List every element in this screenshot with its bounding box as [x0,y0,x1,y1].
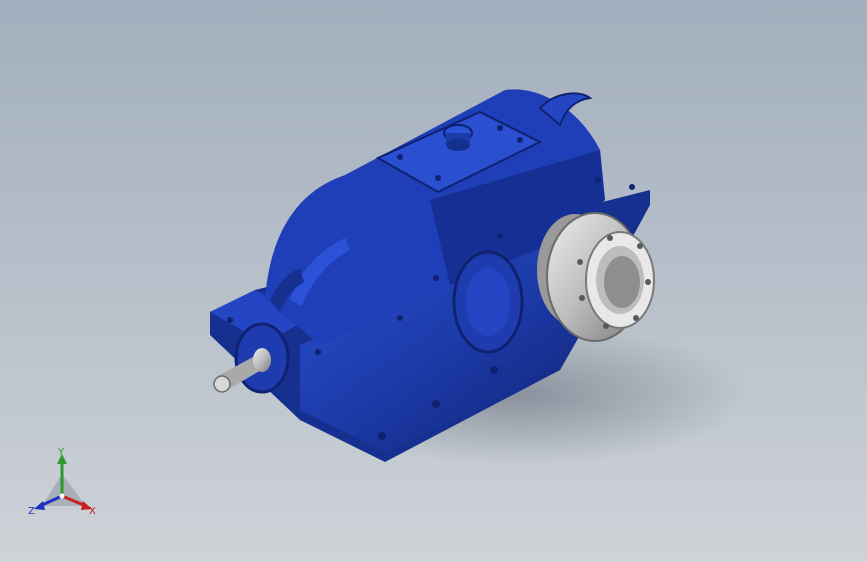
axis-y-label: Y [58,447,65,458]
axis-z-label: Z [28,506,35,517]
axis-x-label: X [89,506,96,517]
graphics-viewport[interactable]: Y X Z [0,0,867,562]
gear-reducer-model[interactable] [0,0,867,562]
coordinate-triad: Y X Z [26,448,106,524]
